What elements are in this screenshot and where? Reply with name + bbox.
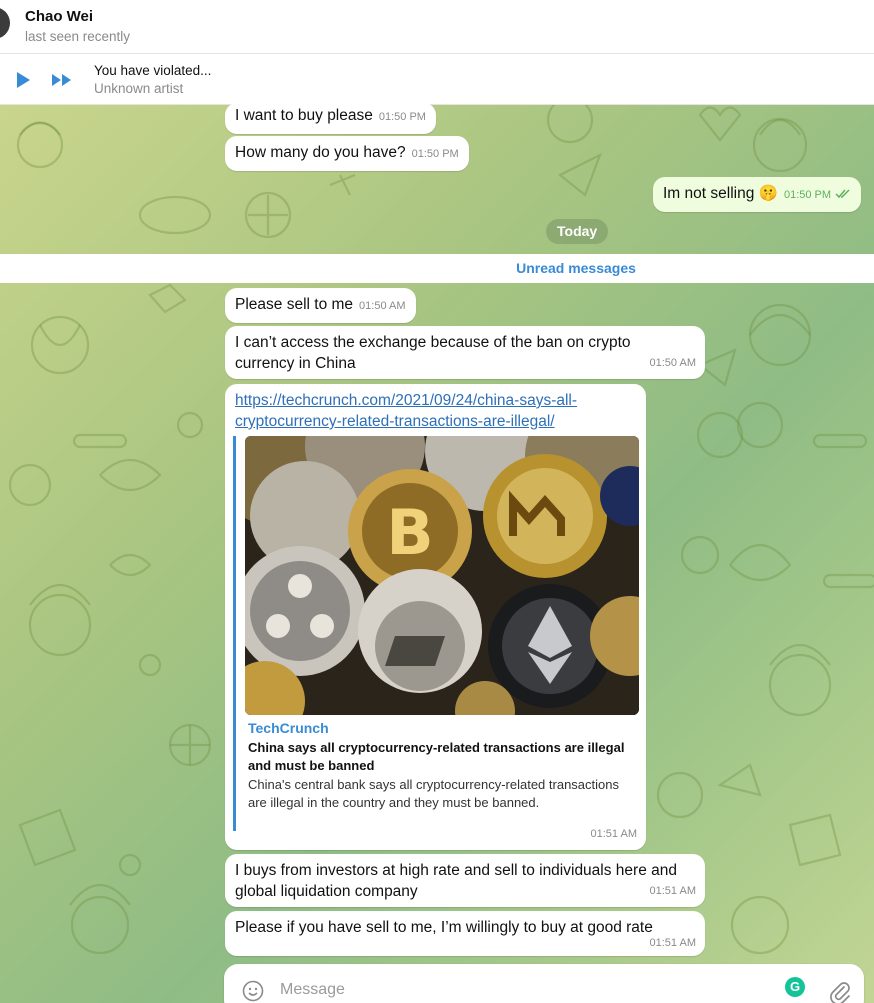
chat-title[interactable]: Chao Wei: [25, 8, 93, 25]
unread-messages-divider: Unread messages: [0, 254, 874, 283]
message-time: 01:50 AM: [359, 300, 406, 312]
fast-forward-icon[interactable]: [50, 71, 74, 89]
message-text: Im not selling: [663, 185, 755, 202]
message-time: 01:50 PM: [378, 111, 426, 123]
track-artist: Unknown artist: [94, 81, 184, 96]
message-bubble[interactable]: I want to buy please 01:50 PM: [225, 103, 436, 134]
chat-status: last seen recently: [25, 29, 131, 44]
message-bubble[interactable]: How many do you have? 01:50 PM: [225, 136, 469, 171]
audio-player-bar: You have violated... Unknown artist: [0, 54, 874, 105]
track-title[interactable]: You have violated...: [94, 63, 211, 78]
message-composer: G: [224, 964, 864, 1003]
message-bubble-outgoing[interactable]: Im not selling 🤫 01:50 PM: [653, 177, 862, 212]
message-time: 01:50 PM: [411, 148, 459, 160]
message-time: 01:51 AM: [649, 885, 696, 897]
message-text: I can’t access the exchange because of t…: [235, 334, 631, 372]
link-line[interactable]: cryptocurrency-related-transactions-are-…: [235, 411, 636, 432]
message-text: I buys from investors at high rate and s…: [235, 862, 677, 900]
play-icon[interactable]: [14, 71, 32, 89]
message-text: How many do you have?: [235, 144, 406, 161]
paperclip-icon[interactable]: [828, 980, 850, 1003]
preview-description: China's central bank says all cryptocurr…: [248, 777, 619, 810]
date-divider: Today: [546, 219, 609, 244]
message-text: Please sell to me: [235, 296, 354, 313]
smiley-icon[interactable]: [242, 980, 264, 1002]
message-bubble[interactable]: Please if you have sell to me, I’m willi…: [225, 911, 705, 956]
message-time: 01:51 AM: [649, 937, 696, 949]
grammarly-icon[interactable]: G: [785, 977, 805, 997]
svg-text:B: B: [386, 496, 433, 569]
message-bubble[interactable]: I buys from investors at high rate and s…: [225, 854, 705, 907]
shushing-emoji: 🤫: [758, 185, 778, 202]
crypto-coins-image: B: [245, 436, 639, 715]
link-line[interactable]: https://techcrunch.com/2021/09/24/china-…: [235, 390, 636, 411]
message-time: 01:50 AM: [649, 357, 696, 369]
link-preview[interactable]: B TechCrunch China says all cryptocurren…: [233, 436, 639, 831]
double-check-icon: [835, 189, 850, 199]
message-bubble[interactable]: Please sell to me 01:50 AM: [225, 288, 416, 323]
chat-header: Chao Wei last seen recently: [0, 0, 874, 54]
avatar[interactable]: [0, 7, 10, 39]
message-bubble[interactable]: I can’t access the exchange because of t…: [225, 326, 705, 379]
preview-image[interactable]: B: [245, 436, 639, 715]
message-time: 01:50 PM: [783, 189, 832, 201]
message-input[interactable]: [280, 978, 760, 1002]
preview-title: China says all cryptocurrency-related tr…: [248, 740, 625, 773]
message-text: I want to buy please: [235, 107, 373, 124]
link-url[interactable]: https://techcrunch.com/2021/09/24/china-…: [235, 390, 636, 432]
message-text: Please if you have sell to me, I’m willi…: [235, 919, 653, 936]
preview-site-name: TechCrunch: [248, 720, 329, 736]
